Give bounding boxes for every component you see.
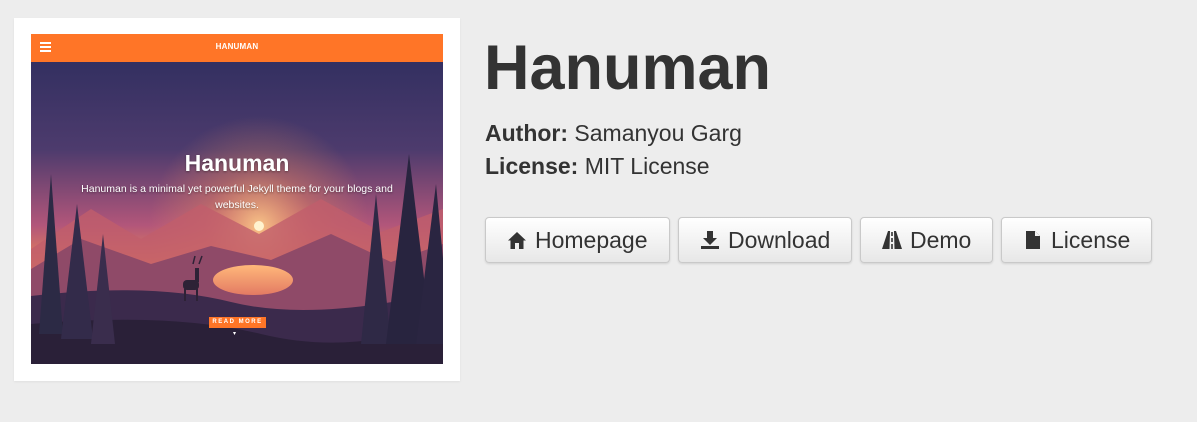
action-buttons: Homepage Download Demo License (485, 217, 1152, 263)
license-line: License: MIT License (485, 152, 710, 180)
file-icon (1022, 229, 1044, 251)
author-label: Author: (485, 120, 569, 146)
demo-button-label: Demo (910, 226, 972, 253)
download-button-label: Download (728, 226, 831, 253)
theme-preview-image[interactable]: HANUMAN Hanuman Hanuman is a minimal yet… (31, 34, 443, 364)
author-name: Samanyou Garg (574, 120, 742, 146)
theme-thumbnail-card: HANUMAN Hanuman Hanuman is a minimal yet… (14, 18, 460, 381)
license-label: License: (485, 153, 579, 179)
license-name: MIT License (584, 153, 710, 179)
theme-title: Hanuman (484, 33, 772, 103)
license-button-label: License (1051, 226, 1131, 253)
download-icon (699, 229, 721, 251)
author-line: Author: Samanyou Garg (485, 119, 742, 147)
preview-read-more-button: READ MORE (209, 317, 266, 328)
license-button[interactable]: License (1001, 217, 1152, 263)
preview-brand: HANUMAN (215, 42, 259, 51)
homepage-button-label: Homepage (535, 226, 648, 253)
demo-button[interactable]: Demo (860, 217, 993, 263)
chevron-down-icon: ▾ (233, 331, 237, 337)
preview-title: Hanuman (184, 150, 290, 176)
theme-page: HANUMAN Hanuman Hanuman is a minimal yet… (0, 0, 1197, 422)
download-button[interactable]: Download (678, 217, 852, 263)
road-icon (881, 229, 903, 251)
home-icon (506, 229, 528, 251)
preview-description: Hanuman is a minimal yet powerful Jekyll… (81, 183, 393, 211)
preview-navbar: HANUMAN (31, 34, 443, 62)
homepage-button[interactable]: Homepage (485, 217, 670, 263)
